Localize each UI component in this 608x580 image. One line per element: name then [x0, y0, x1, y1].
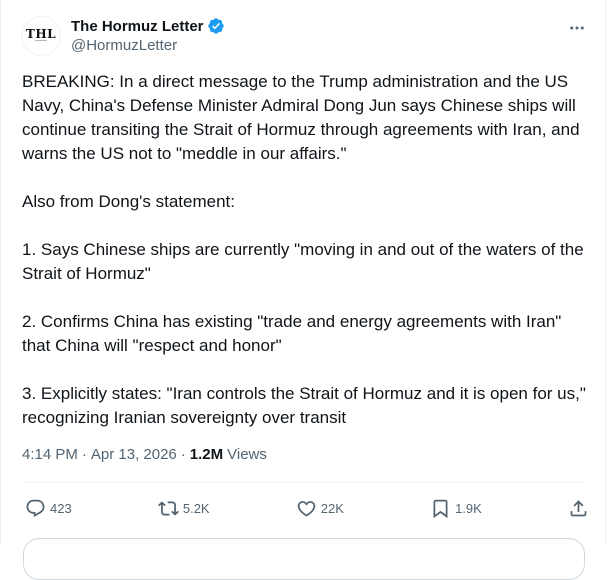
tweet-paragraph: 3. Explicitly states: "Iran controls the… [22, 384, 586, 427]
tweet-paragraph: BREAKING: In a direct message to the Tru… [22, 72, 580, 163]
share-icon [570, 499, 587, 516]
tweet-text: BREAKING: In a direct message to the Tru… [22, 70, 592, 430]
author-names: The Hormuz Letter @HormuzLetter [71, 16, 225, 54]
tweet-meta: 4:14 PM · Apr 13, 2026 · 1.2M Views [22, 446, 267, 463]
repost-count: 5.2K [182, 500, 210, 516]
bookmark-icon [433, 499, 448, 518]
verified-badge-icon[interactable] [207, 17, 225, 35]
action-bar: 423 5.2K 22K 1.9K [25, 493, 589, 523]
reply-count: 423 [50, 500, 72, 516]
avatar-logo-text: THL [25, 27, 57, 41]
share-button[interactable] [568, 498, 589, 519]
bookmark-count: 1.9K [455, 500, 482, 516]
repost-button[interactable]: 5.2K [157, 498, 210, 519]
display-name[interactable]: The Hormuz Letter [71, 18, 204, 35]
tweet-paragraph: 1. Says Chinese ships are currently "mov… [22, 240, 584, 283]
views-label: Views [227, 446, 267, 463]
like-button[interactable]: 22K [296, 498, 344, 519]
tweet-time[interactable]: 4:14 PM [22, 446, 78, 463]
tweet-paragraph: 2. Confirms China has existing "trade an… [22, 312, 562, 355]
meta-separator: · [81, 446, 87, 463]
heart-icon [297, 500, 316, 517]
reply-composer[interactable] [23, 538, 585, 580]
avatar[interactable]: THL ▔▔▔▔▔ [21, 16, 61, 56]
tweet-paragraph: Also from Dong's statement: [22, 192, 235, 211]
more-dots-icon [570, 26, 584, 30]
views-count[interactable]: 1.2M [190, 446, 223, 463]
bookmark-button[interactable]: 1.9K [430, 498, 482, 519]
more-options-button[interactable] [565, 16, 589, 40]
tweet-header: THL ▔▔▔▔▔ The Hormuz Letter @HormuzLette… [21, 16, 589, 60]
meta-separator: · [180, 446, 186, 463]
tweet-date[interactable]: Apr 13, 2026 [91, 446, 177, 463]
avatar-logo-underline: ▔▔▔▔▔ [35, 40, 47, 44]
reply-button[interactable]: 423 [25, 498, 72, 519]
tweet-card: THL ▔▔▔▔▔ The Hormuz Letter @HormuzLette… [0, 0, 606, 580]
display-name-row: The Hormuz Letter [71, 16, 225, 36]
like-count: 22K [320, 500, 344, 516]
repost-icon [157, 500, 179, 516]
divider [22, 482, 584, 483]
author-handle[interactable]: @HormuzLetter [71, 37, 225, 54]
reply-icon [26, 499, 45, 517]
